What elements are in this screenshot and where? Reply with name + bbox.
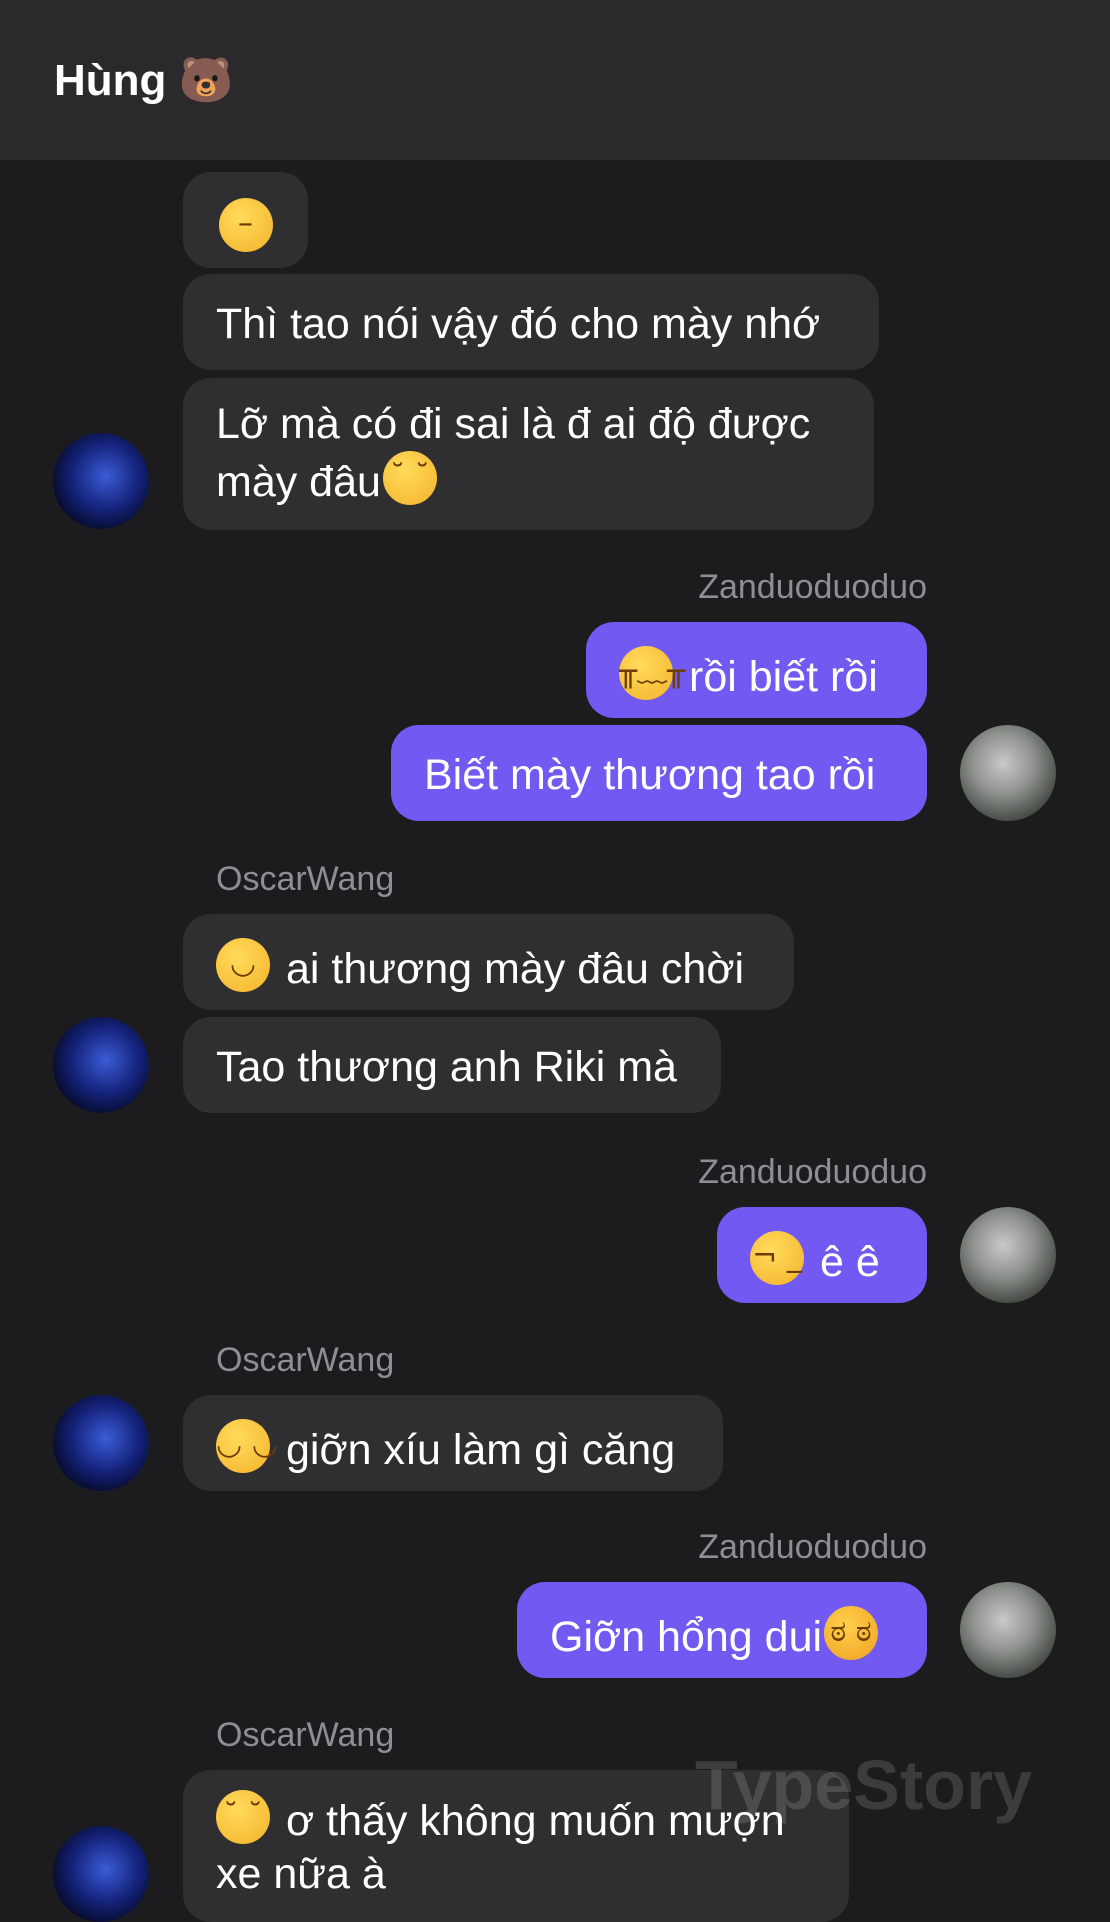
message-bubble-incoming[interactable]: ai thương mày đâu chời [183,914,794,1010]
message-bubble-incoming[interactable]: Tao thương anh Riki mà [183,1017,721,1113]
message-text: giỡn xíu làm gì căng [286,1426,676,1474]
sender-name: OscarWang [216,1716,395,1754]
my-avatar[interactable] [960,1207,1056,1303]
message-text: rồi biết rồi [689,653,878,701]
message-text: Thì tao nói vậy đó cho mày nhớ [216,300,821,348]
my-avatar[interactable] [960,725,1056,821]
unamused-face-emoji-icon [216,1790,270,1844]
contact-avatar[interactable] [53,1395,149,1491]
message-bubble-outgoing[interactable]: Giỡn hổng dui [517,1582,927,1678]
unamused-face-emoji-icon [382,451,437,505]
message-text: Tao thương anh Riki mà [216,1043,677,1091]
contact-avatar[interactable] [53,1017,149,1113]
message-bubble-incoming[interactable] [183,172,308,268]
message-bubble-incoming[interactable]: Lỡ mà có đi sai là đ ai độ được mày đâu [183,378,874,530]
chat-title[interactable]: Hùng 🐻 [54,54,233,106]
typestory-watermark: TypeStory [695,1746,1033,1824]
message-text: ê ê [820,1238,880,1286]
bear-emoji-icon: 🐻 [178,56,234,105]
angry-face-emoji-icon [824,1606,879,1660]
expressionless-face-emoji-icon [218,198,273,252]
message-text: Biết mày thương tao rồi [424,751,876,799]
message-bubble-outgoing[interactable]: rồi biết rồi [586,622,927,718]
slightly-smiling-face-emoji-icon [216,938,270,992]
message-bubble-incoming[interactable]: giỡn xíu làm gì căng [183,1395,723,1491]
message-text: Giỡn hổng dui [550,1613,823,1661]
my-avatar[interactable] [960,1582,1056,1678]
raised-eyebrow-face-emoji-icon [750,1231,804,1285]
message-bubble-outgoing[interactable]: ê ê [717,1207,927,1303]
sender-name: Zanduoduoduo [698,1153,927,1191]
message-bubble-outgoing[interactable]: Biết mày thương tao rồi [391,725,927,821]
message-bubble-incoming[interactable]: Thì tao nói vậy đó cho mày nhớ [183,274,879,370]
chat-header: Hùng 🐻 [0,0,1110,160]
sender-name: OscarWang [216,1341,395,1379]
contact-avatar[interactable] [53,433,149,529]
contact-avatar[interactable] [53,1826,149,1922]
relieved-face-emoji-icon [216,1419,270,1473]
sender-name: Zanduoduoduo [698,568,927,606]
chat-title-name: Hùng [54,56,167,105]
sender-name: Zanduoduoduo [698,1528,927,1566]
loudly-crying-face-emoji-icon [619,646,673,700]
sender-name: OscarWang [216,860,395,898]
message-text: ai thương mày đâu chời [286,945,745,993]
message-text: Lỡ mà có đi sai là đ ai độ được mày đâu [216,400,811,506]
